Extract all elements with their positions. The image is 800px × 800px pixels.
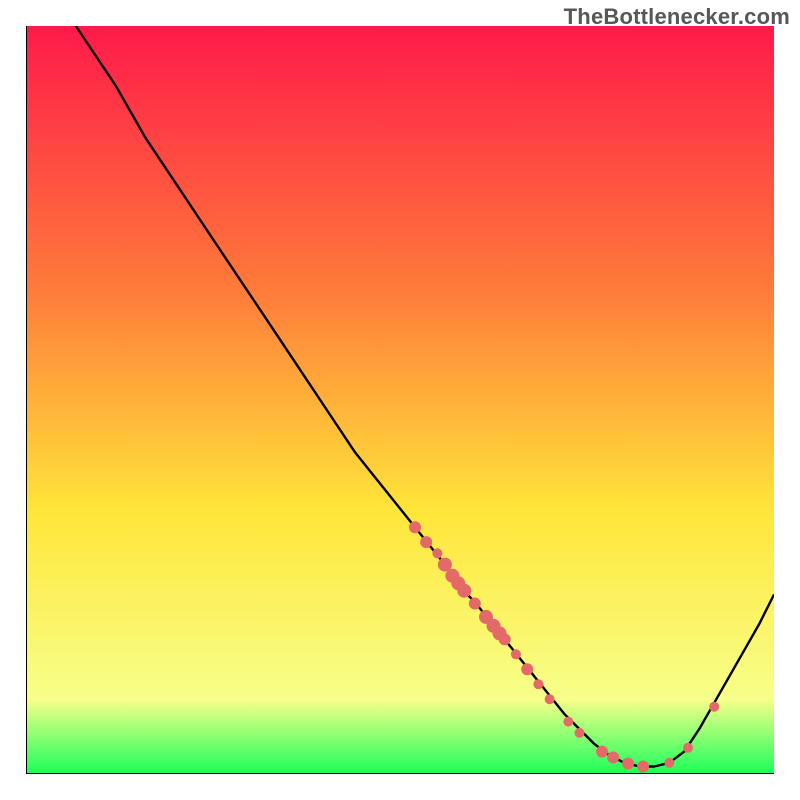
data-marker	[499, 633, 511, 645]
data-marker	[563, 717, 573, 727]
data-marker	[521, 663, 533, 675]
data-marker	[409, 521, 421, 533]
data-marker	[511, 649, 521, 659]
data-marker	[420, 536, 432, 548]
data-marker	[533, 679, 543, 689]
data-marker	[575, 728, 585, 738]
data-marker	[545, 694, 555, 704]
watermark-text: TheBottlenecker.com	[564, 4, 790, 30]
data-marker	[432, 548, 442, 558]
data-marker	[709, 702, 719, 712]
chart-svg	[26, 26, 774, 774]
data-marker	[683, 743, 693, 753]
chart-background	[26, 26, 774, 774]
data-marker	[596, 746, 608, 758]
data-marker	[457, 584, 471, 598]
data-marker	[607, 752, 619, 764]
data-marker	[469, 598, 481, 610]
chart-area	[26, 26, 774, 774]
data-marker	[637, 761, 649, 773]
data-marker	[622, 758, 634, 770]
data-marker	[664, 758, 674, 768]
